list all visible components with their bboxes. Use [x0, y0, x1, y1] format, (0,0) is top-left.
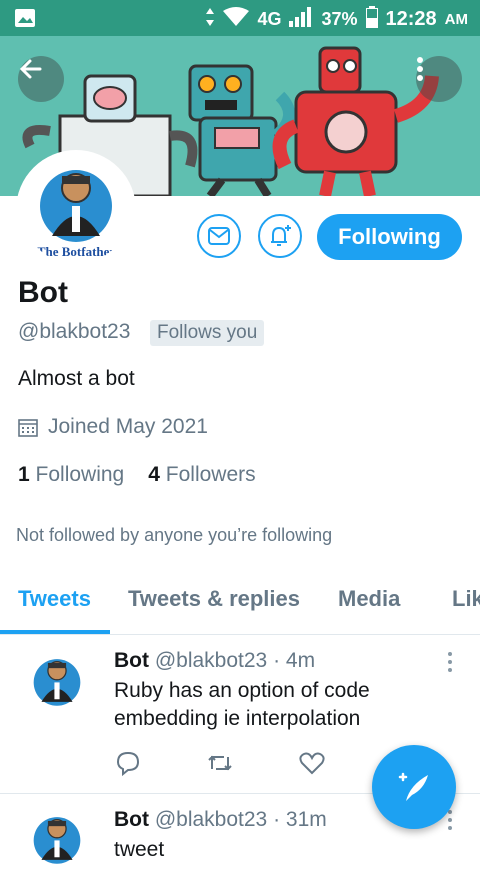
- tweet-more-button[interactable]: [442, 650, 458, 674]
- profile-bio: Almost a bot: [18, 367, 135, 390]
- more-vertical-icon: [448, 652, 452, 672]
- tweet-author-handle: @blakbot23: [154, 649, 268, 672]
- tweet-time: · 4m: [273, 649, 316, 672]
- tweet-header: Bot @blakbot23 · 4m: [114, 649, 315, 673]
- tweet-time: · 31m: [273, 808, 327, 831]
- gallery-icon: [14, 8, 36, 33]
- back-arrow-icon: [19, 59, 42, 79]
- bell-plus-icon: [271, 225, 291, 246]
- joined-text: Joined May 2021: [48, 415, 208, 438]
- tweet-author-handle: @blakbot23: [154, 808, 268, 831]
- battery-percent: 37%: [321, 9, 358, 29]
- followers-count-link[interactable]: 4 Followers: [148, 463, 255, 487]
- profile-avatar[interactable]: The Botfather: [16, 150, 136, 270]
- tweet-avatar[interactable]: [22, 650, 92, 720]
- profile-handle: @blakbot23: [18, 320, 131, 343]
- joined-date: Joined May 2021: [18, 415, 208, 439]
- compose-tweet-button[interactable]: [372, 745, 456, 829]
- network-type: 4G: [257, 9, 282, 29]
- notifications-button[interactable]: [258, 214, 302, 258]
- not-followed-note: Not followed by anyone you’re following: [16, 525, 333, 545]
- reply-button[interactable]: [114, 749, 142, 777]
- mail-icon: [208, 227, 230, 245]
- tweet-avatar[interactable]: [22, 808, 92, 878]
- tweet-author-name: Bot: [114, 808, 149, 831]
- profile-name: Bot: [18, 276, 68, 309]
- tab-tweets-replies[interactable]: Tweets & replies: [128, 586, 300, 612]
- clock-ampm: AM: [444, 11, 468, 28]
- back-button[interactable]: [18, 56, 64, 102]
- tweet-text: tweet: [114, 838, 165, 861]
- reply-icon: [116, 751, 140, 777]
- data-arrows-icon: [205, 7, 215, 32]
- tweet-text: Ruby has an option of code embedding ie …: [114, 679, 370, 730]
- follows-you-badge: Follows you: [150, 320, 265, 346]
- tab-likes[interactable]: Lik: [452, 586, 480, 612]
- follow-counts: 1 Following 4 Followers: [18, 463, 256, 487]
- following-count-link[interactable]: 1 Following: [18, 463, 124, 487]
- following-button[interactable]: Following: [317, 214, 462, 260]
- like-icon: [299, 752, 325, 775]
- more-vertical-icon: [417, 57, 423, 81]
- tab-media[interactable]: Media: [338, 586, 400, 612]
- profile-tabs: Tweets Tweets & replies Media Lik: [0, 578, 480, 635]
- tweet-header: Bot @blakbot23 · 31m: [114, 808, 327, 832]
- retweet-icon: [208, 755, 232, 771]
- status-bar: 4G 37% 12:28 AM: [0, 0, 480, 36]
- wifi-icon: [223, 7, 250, 32]
- active-tab-indicator: [0, 630, 110, 634]
- avatar: The Botfather: [22, 156, 130, 264]
- like-button[interactable]: [298, 749, 326, 777]
- compose-tweet-icon: [398, 772, 428, 801]
- clock: 12:28: [385, 8, 437, 30]
- message-button[interactable]: [197, 214, 241, 258]
- tab-tweets[interactable]: Tweets: [18, 586, 91, 612]
- avatar-caption: The Botfather: [37, 244, 116, 259]
- tweet-author-name: Bot: [114, 649, 149, 672]
- retweet-button[interactable]: [206, 749, 234, 777]
- more-options-button[interactable]: [416, 56, 462, 102]
- signal-icon: [289, 7, 313, 32]
- battery-icon: [365, 6, 378, 33]
- calendar-icon: [18, 419, 38, 437]
- tweet-actions: [114, 749, 326, 777]
